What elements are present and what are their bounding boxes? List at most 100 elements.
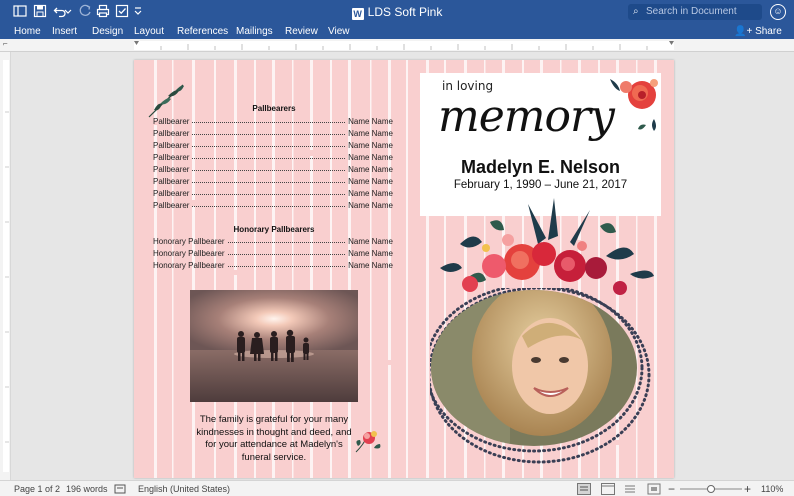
pallbearer-row: Pallbearer Name Name (153, 186, 393, 198)
leader-dots (192, 194, 346, 195)
pallbearer-name: Name Name (348, 141, 393, 150)
leader-dots (227, 254, 346, 255)
honorary-label: Honorary Pallbearer (153, 249, 225, 258)
pallbearer-name: Name Name (348, 117, 393, 126)
ribbon-tabs: Home Insert Design Layout References Mai… (0, 24, 794, 39)
word-doc-icon: W (351, 8, 364, 20)
honorary-pallbearer-row: Honorary Pallbearer Name Name (153, 234, 393, 246)
redo-icon[interactable] (77, 4, 93, 20)
search-input[interactable]: ⌕ Search in Document (628, 4, 762, 20)
family-sunset-photo[interactable] (190, 290, 358, 402)
web-layout-view-icon[interactable] (601, 481, 615, 496)
leader-dots (192, 134, 346, 135)
feedback-smiley-icon[interactable]: ☺ (770, 4, 786, 20)
tab-references[interactable]: References (177, 24, 228, 39)
corner-rose-icon (610, 79, 658, 131)
pallbearer-row: Pallbearer Name Name (153, 174, 393, 186)
sidebar-icon[interactable] (12, 4, 28, 20)
horizontal-ruler: ⌐ (0, 39, 794, 52)
deceased-name: Madelyn E. Nelson (460, 157, 621, 177)
honorary-label: Honorary Pallbearer (153, 237, 225, 246)
focus-view-icon[interactable] (647, 481, 661, 496)
tab-view[interactable]: View (328, 24, 350, 39)
pallbearer-name: Name Name (348, 201, 393, 210)
title-bar: W LDS Soft Pink ⌕ Search in Document ☺ (0, 0, 794, 24)
honorary-pallbearers-heading: Honorary Pallbearers (233, 225, 315, 234)
tab-mailings[interactable]: Mailings (236, 24, 273, 39)
pallbearer-name: Name Name (348, 153, 393, 162)
leader-dots (227, 266, 346, 267)
undo-dropdown-icon[interactable] (64, 4, 72, 20)
word-count[interactable]: 196 words (66, 481, 108, 496)
honorary-pallbearer-row: Honorary Pallbearer Name Name (153, 258, 393, 270)
share-label: Share (755, 26, 782, 37)
document-page[interactable]: Pallbearers Pallbearer Name Name Pallbear… (134, 60, 674, 478)
print-layout-view-icon[interactable] (577, 481, 591, 496)
print-icon[interactable] (95, 4, 111, 20)
pallbearer-row: Pallbearer Name Name (153, 138, 393, 150)
pallbearer-label: Pallbearer (153, 189, 190, 198)
pallbearer-name: Name Name (348, 165, 393, 174)
tab-design[interactable]: Design (92, 24, 123, 39)
pallbearer-label: Pallbearer (153, 117, 190, 126)
leader-dots (192, 146, 346, 147)
portrait-frame (424, 283, 652, 468)
pallbearer-row: Pallbearer Name Name (153, 114, 393, 126)
pallbearer-row: Pallbearer Name Name (153, 162, 393, 174)
zoom-in-button[interactable]: + (744, 481, 751, 496)
pallbearer-label: Pallbearer (153, 129, 190, 138)
pallbearer-label: Pallbearer (153, 201, 190, 210)
read-mode-view-icon[interactable] (623, 481, 637, 496)
search-icon: ⌕ (633, 6, 639, 17)
pallbearer-row: Pallbearer Name Name (153, 150, 393, 162)
page-count[interactable]: Page 1 of 2 (14, 481, 60, 496)
leader-dots (192, 182, 346, 183)
memory-script-text: memory (438, 91, 615, 142)
pallbearer-name: Name Name (348, 189, 393, 198)
zoom-slider[interactable] (680, 481, 742, 496)
proofing-icon[interactable] (114, 481, 126, 496)
add-person-icon: 👤+ (734, 26, 756, 37)
tab-insert[interactable]: Insert (52, 24, 77, 39)
pallbearer-row: Pallbearer Name Name (153, 198, 393, 210)
customize-icon[interactable] (133, 4, 143, 20)
status-bar: Page 1 of 2 196 words English (United St… (0, 480, 794, 496)
pallbearer-label: Pallbearer (153, 177, 190, 186)
tab-review[interactable]: Review (285, 24, 318, 39)
leader-dots (192, 206, 346, 207)
language-status[interactable]: English (United States) (138, 481, 230, 496)
vertical-ruler[interactable] (0, 52, 11, 480)
pallbearer-label: Pallbearer (153, 153, 190, 162)
leader-dots (192, 170, 346, 171)
floral-bouquet-icon (440, 198, 654, 295)
search-placeholder: Search in Document (646, 6, 737, 17)
share-button[interactable]: 👤+ Share (734, 24, 782, 39)
thank-you-message: The family is grateful for your many kin… (196, 414, 352, 463)
pallbearers-heading: Pallbearers (252, 104, 296, 113)
small-flower-icon (355, 431, 381, 453)
tab-selector-icon[interactable]: ⌐ (3, 39, 8, 48)
zoom-level[interactable]: 110% (761, 481, 783, 496)
leader-dots (192, 158, 346, 159)
honorary-name: Name Name (348, 237, 393, 246)
zoom-out-button[interactable]: − (668, 481, 675, 496)
honorary-pallbearer-row: Honorary Pallbearer Name Name (153, 246, 393, 258)
pallbearer-label: Pallbearer (153, 165, 190, 174)
check-icon[interactable] (114, 4, 130, 20)
pallbearer-name: Name Name (348, 129, 393, 138)
tab-home[interactable]: Home (14, 24, 41, 39)
honorary-name: Name Name (348, 249, 393, 258)
tab-layout[interactable]: Layout (134, 24, 164, 39)
honorary-name: Name Name (348, 261, 393, 270)
save-icon[interactable] (32, 4, 48, 20)
pallbearer-label: Pallbearer (153, 141, 190, 150)
leader-dots (227, 242, 346, 243)
honorary-label: Honorary Pallbearer (153, 261, 225, 270)
document-name: LDS Soft Pink (367, 5, 443, 19)
leader-dots (192, 122, 346, 123)
pallbearer-row: Pallbearer Name Name (153, 126, 393, 138)
pallbearer-name: Name Name (348, 177, 393, 186)
memory-header-card: in loving memory Madelyn E. Nelson Febru… (420, 73, 661, 216)
life-dates: February 1, 1990 – June 21, 2017 (453, 179, 628, 191)
ruler-track[interactable] (134, 41, 674, 50)
